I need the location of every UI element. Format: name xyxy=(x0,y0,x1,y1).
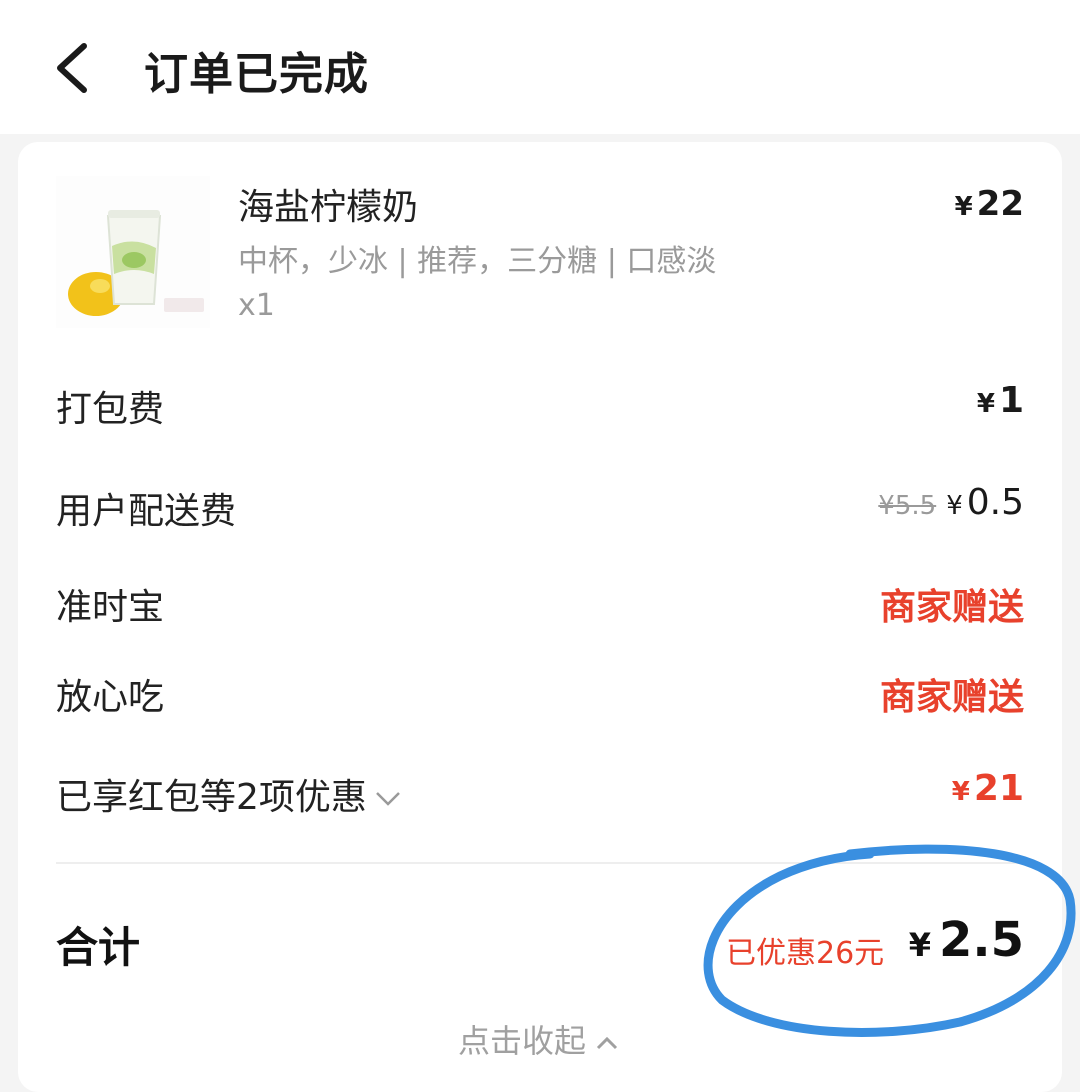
total-amount: 2.5 xyxy=(938,912,1024,968)
top-bar: 订单已完成 xyxy=(0,0,1080,134)
packing-fee-label: 打包费 xyxy=(56,389,165,430)
currency-symbol: ¥ xyxy=(946,491,963,521)
collapse-label: 点击收起 xyxy=(458,1022,587,1060)
ontime-guarantee-label: 准时宝 xyxy=(56,587,165,628)
currency-symbol: ¥ xyxy=(951,777,970,807)
product-price: ¥22 xyxy=(955,184,1024,224)
back-arrow-icon[interactable] xyxy=(50,40,94,96)
delivery-fee-value: ¥5.5 ¥0.5 xyxy=(878,482,1024,523)
discount-toggle[interactable]: 已享红包等2项优惠 xyxy=(56,768,403,820)
product-name: 海盐柠檬奶 xyxy=(238,187,419,228)
discount-amount: 21 xyxy=(973,768,1024,809)
divider xyxy=(56,862,1024,864)
currency-symbol: ¥ xyxy=(954,192,973,222)
currency-symbol: ¥ xyxy=(908,926,931,964)
food-safety-label: 放心吃 xyxy=(56,677,165,718)
page-title: 订单已完成 xyxy=(144,49,369,100)
discount-label: 已享红包等2项优惠 xyxy=(56,777,367,818)
product-image xyxy=(56,176,210,328)
product-quantity: x1 xyxy=(238,288,275,323)
total-label: 合计 xyxy=(56,923,141,972)
delivery-fee-label: 用户配送费 xyxy=(56,491,237,532)
product-price-value: 22 xyxy=(976,184,1024,224)
total-value: ¥2.5 xyxy=(909,912,1024,968)
discount-value: ¥21 xyxy=(952,768,1024,809)
packing-fee-value: ¥1 xyxy=(977,380,1024,421)
collapse-button[interactable]: 点击收起 xyxy=(458,1016,620,1062)
saved-amount: 已优惠26元 xyxy=(726,936,885,971)
chevron-up-icon xyxy=(596,1036,618,1050)
chevron-down-icon xyxy=(376,792,400,806)
packing-fee-amount: 1 xyxy=(998,380,1024,421)
currency-symbol: ¥ xyxy=(976,389,995,419)
delivery-fee-amount: 0.5 xyxy=(966,482,1024,523)
delivery-fee-original: ¥5.5 xyxy=(878,491,937,521)
product-spec: 中杯，少冰 | 推荐，三分糖 | 口感淡 xyxy=(238,244,717,279)
ontime-guarantee-value: 商家赠送 xyxy=(879,587,1024,628)
food-safety-value: 商家赠送 xyxy=(879,677,1024,718)
